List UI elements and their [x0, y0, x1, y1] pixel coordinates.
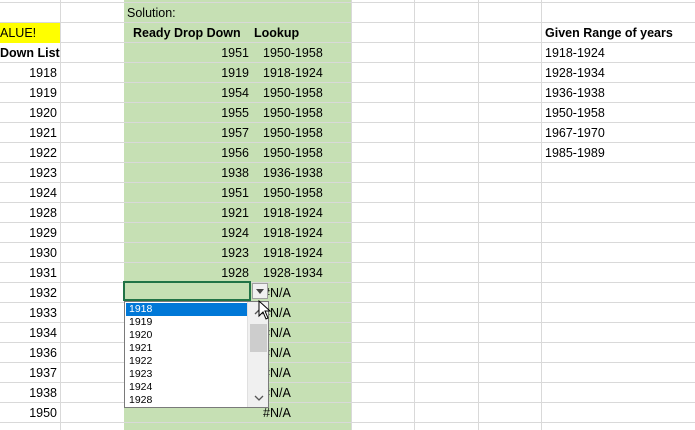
column-divider: [478, 0, 479, 430]
lookup-cell[interactable]: 1918-1924: [263, 63, 348, 83]
given-range-cell[interactable]: 1928-1934: [545, 63, 665, 83]
lookup-cell[interactable]: 1918-1924: [263, 243, 348, 263]
scroll-down-button[interactable]: [248, 388, 269, 406]
dropdown-option-selected[interactable]: 1918: [126, 303, 247, 316]
dropdown-cell[interactable]: 1951: [124, 183, 249, 203]
dropdown-listbox[interactable]: 1918 1919 1920 1921 1922 1923 1924 1928: [124, 301, 269, 408]
dropdown-option[interactable]: 1919: [126, 316, 247, 329]
dropdown-cell[interactable]: 1921: [124, 203, 249, 223]
list-item[interactable]: 1930: [0, 243, 57, 263]
dropdown-option[interactable]: 1920: [126, 329, 247, 342]
dropdown-cell[interactable]: 1957: [124, 123, 249, 143]
dropdown-toggle-button[interactable]: [252, 283, 268, 299]
lookup-error-cell[interactable]: #N/A: [263, 343, 348, 363]
list-item[interactable]: 1950: [0, 403, 57, 423]
list-item[interactable]: 1934: [0, 323, 57, 343]
dropdown-list-header[interactable]: Down List: [0, 43, 60, 63]
lookup-error-cell[interactable]: #N/A: [263, 403, 348, 423]
list-item[interactable]: 1931: [0, 263, 57, 283]
list-item[interactable]: 1921: [0, 123, 57, 143]
chevron-down-icon: [256, 288, 264, 294]
list-item[interactable]: 1928: [0, 203, 57, 223]
dropdown-cell[interactable]: 1919: [124, 63, 249, 83]
lookup-error-cell[interactable]: #N/A: [263, 323, 348, 343]
solution-label[interactable]: Solution:: [127, 3, 247, 23]
column-divider: [541, 0, 542, 430]
error-header-cell[interactable]: ALUE!: [0, 23, 60, 43]
lookup-error-cell[interactable]: #N/A: [263, 303, 348, 323]
lookup-cell[interactable]: 1950-1958: [263, 143, 348, 163]
lookup-error-cell[interactable]: #N/A: [263, 383, 348, 403]
list-item[interactable]: 1924: [0, 183, 57, 203]
lookup-cell[interactable]: 1950-1958: [263, 103, 348, 123]
list-item[interactable]: 1922: [0, 143, 57, 163]
dropdown-option[interactable]: 1928: [126, 394, 247, 407]
list-item[interactable]: 1929: [0, 223, 57, 243]
lookup-error-cell[interactable]: #N/A: [263, 283, 348, 303]
dropdown-cell[interactable]: 1938: [124, 163, 249, 183]
list-item[interactable]: 1923: [0, 163, 57, 183]
list-item[interactable]: 1918: [0, 63, 57, 83]
dropdown-cell[interactable]: 1923: [124, 243, 249, 263]
dropdown-option[interactable]: 1922: [126, 355, 247, 368]
given-range-cell[interactable]: 1967-1970: [545, 123, 665, 143]
dropdown-cell[interactable]: 1956: [124, 143, 249, 163]
lookup-cell[interactable]: 1950-1958: [263, 123, 348, 143]
spreadsheet-grid[interactable]: ALUE! Down List 1918 1919 1920 1921 1922…: [0, 0, 695, 430]
list-item[interactable]: 1937: [0, 363, 57, 383]
column-divider: [60, 0, 61, 430]
lookup-cell[interactable]: 1918-1924: [263, 223, 348, 243]
dropdown-cell[interactable]: 1951: [124, 43, 249, 63]
dropdown-option[interactable]: 1923: [126, 368, 247, 381]
dropdown-cell[interactable]: 1924: [124, 223, 249, 243]
list-item[interactable]: 1938: [0, 383, 57, 403]
given-range-header[interactable]: Given Range of years: [545, 23, 695, 43]
lookup-cell[interactable]: 1918-1924: [263, 203, 348, 223]
lookup-cell[interactable]: 1928-1934: [263, 263, 348, 283]
list-item[interactable]: 1933: [0, 303, 57, 323]
list-item[interactable]: 1932: [0, 283, 57, 303]
chevron-down-icon: [254, 390, 264, 404]
dropdown-option[interactable]: 1924: [126, 381, 247, 394]
dropdown-cell[interactable]: 1954: [124, 83, 249, 103]
given-range-cell[interactable]: 1950-1958: [545, 103, 665, 123]
column-divider: [414, 0, 415, 430]
mouse-pointer-icon: [258, 299, 272, 323]
list-item[interactable]: 1919: [0, 83, 57, 103]
list-item[interactable]: 1936: [0, 343, 57, 363]
lookup-error-cell[interactable]: #N/A: [263, 363, 348, 383]
lookup-cell[interactable]: 1950-1958: [263, 183, 348, 203]
lookup-cell[interactable]: 1950-1958: [263, 83, 348, 103]
given-range-cell[interactable]: 1918-1924: [545, 43, 665, 63]
dropdown-cell[interactable]: 1928: [124, 263, 249, 283]
given-range-cell[interactable]: 1985-1989: [545, 143, 665, 163]
dropdown-cell[interactable]: 1955: [124, 103, 249, 123]
active-dropdown-cell[interactable]: [123, 281, 251, 301]
lookup-cell[interactable]: 1936-1938: [263, 163, 348, 183]
ready-dropdown-header[interactable]: Ready Drop Down: [133, 23, 253, 43]
row-divider: [0, 2, 695, 3]
given-range-cell[interactable]: 1936-1938: [545, 83, 665, 103]
lookup-cell[interactable]: 1950-1958: [263, 43, 348, 63]
dropdown-option[interactable]: 1921: [126, 342, 247, 355]
scrollbar-thumb[interactable]: [250, 324, 267, 352]
list-item[interactable]: 1920: [0, 103, 57, 123]
column-divider: [351, 0, 352, 430]
lookup-header[interactable]: Lookup: [254, 23, 334, 43]
